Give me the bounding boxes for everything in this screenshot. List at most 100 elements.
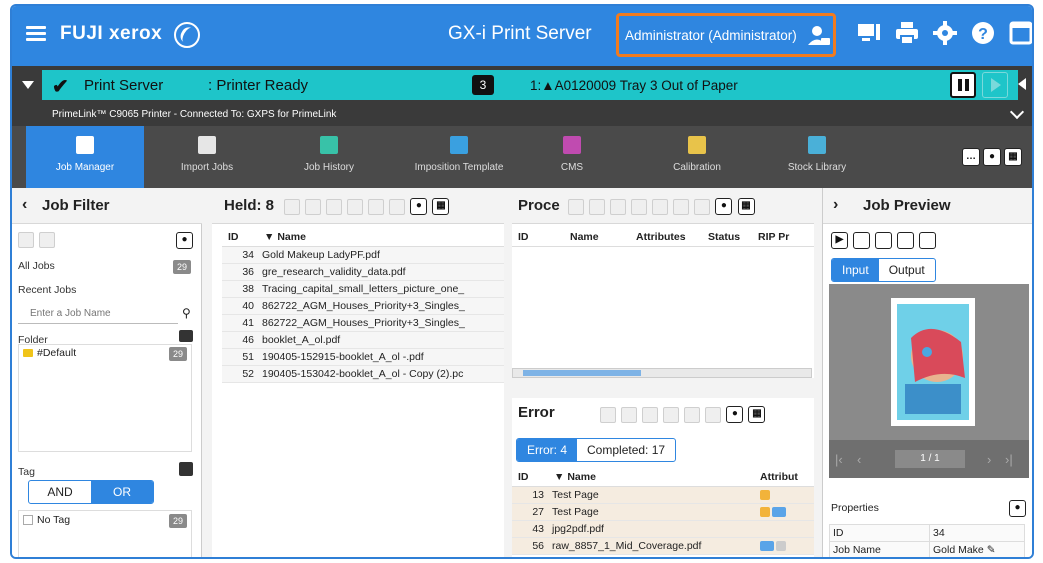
tab-imposition-template[interactable]: Imposition Template bbox=[394, 126, 524, 188]
table-row[interactable]: 36 gre_research_validity_data.pdf bbox=[222, 263, 504, 281]
last-page-icon[interactable]: ›| bbox=[1005, 452, 1013, 467]
pause-button[interactable] bbox=[950, 72, 976, 98]
monitor-icon[interactable] bbox=[856, 20, 882, 46]
table-row[interactable]: 40 862722_AGM_Houses_Priority+3_Singles_ bbox=[222, 297, 504, 315]
gear-icon[interactable] bbox=[932, 20, 958, 46]
copy-icon[interactable] bbox=[305, 198, 322, 215]
held-settings-icon[interactable]: ● bbox=[410, 198, 428, 215]
col-attributes[interactable]: Attribut bbox=[754, 468, 814, 487]
no-tag-item[interactable]: No Tag bbox=[37, 514, 70, 526]
tab-output[interactable]: Output bbox=[879, 259, 935, 281]
tag-icon[interactable] bbox=[179, 462, 193, 476]
add-folder-icon[interactable] bbox=[179, 330, 193, 342]
tab-input[interactable]: Input bbox=[832, 259, 879, 281]
table-row[interactable]: 41 862722_AGM_Houses_Priority+3_Singles_ bbox=[222, 314, 504, 332]
window-icon[interactable] bbox=[1008, 20, 1034, 46]
all-jobs-item[interactable]: All Jobs bbox=[18, 260, 55, 272]
table-row[interactable]: 46 booklet_A_ol.pdf bbox=[222, 331, 504, 349]
help-icon[interactable]: ? bbox=[970, 20, 996, 46]
or-option[interactable]: OR bbox=[91, 481, 153, 503]
back-arrow-icon[interactable]: ‹ bbox=[22, 196, 27, 214]
and-option[interactable]: AND bbox=[29, 481, 91, 503]
chevron-right-icon[interactable]: › bbox=[833, 196, 838, 214]
col-name[interactable]: ▼ Name bbox=[258, 228, 504, 247]
col-status[interactable]: Status bbox=[702, 228, 752, 247]
table-row[interactable]: 13 Test Page bbox=[512, 486, 814, 504]
menu-icon[interactable] bbox=[26, 26, 46, 42]
fit-icon[interactable] bbox=[875, 232, 893, 249]
tab-calibration[interactable]: Calibration bbox=[642, 126, 752, 188]
resume-button[interactable] bbox=[982, 72, 1008, 98]
delete-icon[interactable] bbox=[368, 198, 385, 215]
collapse-down-icon[interactable] bbox=[22, 81, 34, 89]
prev-page-icon[interactable]: ‹ bbox=[857, 452, 861, 467]
col-name[interactable]: ▼ Name bbox=[548, 468, 754, 487]
table-row[interactable]: 34 Gold Makeup LadyPF.pdf bbox=[222, 246, 504, 264]
copy-icon[interactable] bbox=[621, 406, 638, 423]
settings-icon[interactable]: ● bbox=[983, 148, 1001, 166]
col-name[interactable]: Name bbox=[564, 228, 630, 247]
table-row[interactable]: 51 190405-152915-booklet_A_ol -.pdf bbox=[222, 348, 504, 366]
tab-job-history[interactable]: Job History bbox=[274, 126, 384, 188]
job-search-input[interactable] bbox=[18, 304, 178, 324]
edit-icon[interactable]: ✎ bbox=[987, 544, 996, 556]
play-icon[interactable]: ▶ bbox=[831, 232, 848, 249]
col-id[interactable]: ID bbox=[512, 468, 548, 487]
tab-stock-library[interactable]: Stock Library bbox=[762, 126, 872, 188]
table-row[interactable]: 27 Test Page bbox=[512, 503, 814, 521]
delete-icon[interactable] bbox=[673, 198, 690, 215]
list-icon[interactable] bbox=[18, 232, 34, 248]
properties-icon[interactable] bbox=[389, 198, 406, 215]
table-row[interactable]: 52 190405-153042-booklet_A_ol - Copy (2).… bbox=[222, 365, 504, 383]
printer-icon[interactable] bbox=[894, 20, 920, 46]
duplicate-icon[interactable] bbox=[642, 406, 659, 423]
properties-icon[interactable] bbox=[705, 406, 722, 423]
held-grid-icon[interactable]: ▦ bbox=[432, 198, 450, 215]
filter-settings-icon[interactable]: ● bbox=[176, 232, 193, 249]
collapse-left-icon[interactable] bbox=[1018, 78, 1026, 90]
chevron-down-icon[interactable] bbox=[1009, 104, 1025, 120]
move-down-icon[interactable] bbox=[652, 198, 669, 215]
page-icon[interactable] bbox=[897, 232, 915, 249]
queue-count-badge[interactable]: 3 bbox=[472, 75, 494, 95]
col-rip-progress[interactable]: RIP Pr bbox=[752, 228, 814, 247]
property-value[interactable]: Gold Make ✎ bbox=[929, 541, 1025, 557]
export-icon[interactable] bbox=[919, 232, 937, 249]
tab-import-jobs[interactable]: Import Jobs bbox=[152, 126, 262, 188]
play-icon[interactable] bbox=[600, 406, 616, 423]
scrollbar-thumb[interactable] bbox=[523, 370, 641, 376]
move-up-icon[interactable] bbox=[631, 198, 648, 215]
processing-settings-icon[interactable]: ● bbox=[715, 198, 733, 215]
undo-icon[interactable] bbox=[568, 198, 584, 215]
error-grid-icon[interactable]: ▦ bbox=[748, 406, 766, 423]
properties-icon[interactable] bbox=[694, 198, 711, 215]
tab-job-manager[interactable]: Job Manager bbox=[26, 126, 144, 188]
delete-icon[interactable] bbox=[684, 406, 701, 423]
alert-message[interactable]: 1:▲A0120009 Tray 3 Out of Paper bbox=[530, 78, 738, 93]
filter-icon[interactable]: ▼ bbox=[264, 231, 277, 243]
table-row[interactable]: 38 Tracing_capital_small_letters_picture_… bbox=[222, 280, 504, 298]
copy-icon[interactable] bbox=[589, 198, 606, 215]
next-page-icon[interactable]: › bbox=[987, 452, 991, 467]
merge-icon[interactable] bbox=[347, 198, 364, 215]
duplicate-icon[interactable] bbox=[326, 198, 343, 215]
error-settings-icon[interactable]: ● bbox=[726, 406, 744, 423]
filter-icon[interactable]: ▼ bbox=[554, 471, 567, 483]
processing-grid-icon[interactable]: ▦ bbox=[737, 198, 755, 215]
properties-settings-icon[interactable]: ● bbox=[1009, 500, 1026, 517]
horizontal-scrollbar[interactable] bbox=[512, 368, 812, 378]
thumbnails-icon[interactable] bbox=[853, 232, 871, 249]
default-folder[interactable]: #Default bbox=[37, 347, 76, 359]
table-row[interactable]: 56 raw_8857_1_Mid_Coverage.pdf bbox=[512, 537, 814, 555]
tab-cms[interactable]: CMS bbox=[522, 126, 622, 188]
first-page-icon[interactable]: |‹ bbox=[835, 452, 843, 467]
move-top-icon[interactable] bbox=[610, 198, 627, 215]
col-id[interactable]: ID bbox=[222, 228, 258, 247]
play-icon[interactable] bbox=[284, 198, 300, 215]
col-attributes[interactable]: Attributes bbox=[630, 228, 702, 247]
refresh-icon[interactable] bbox=[39, 232, 56, 248]
table-row[interactable]: 43 jpg2pdf.pdf bbox=[512, 520, 814, 538]
merge-icon[interactable] bbox=[663, 406, 680, 423]
more-icon[interactable]: … bbox=[962, 148, 980, 166]
grid-icon[interactable]: ▦ bbox=[1004, 148, 1022, 166]
